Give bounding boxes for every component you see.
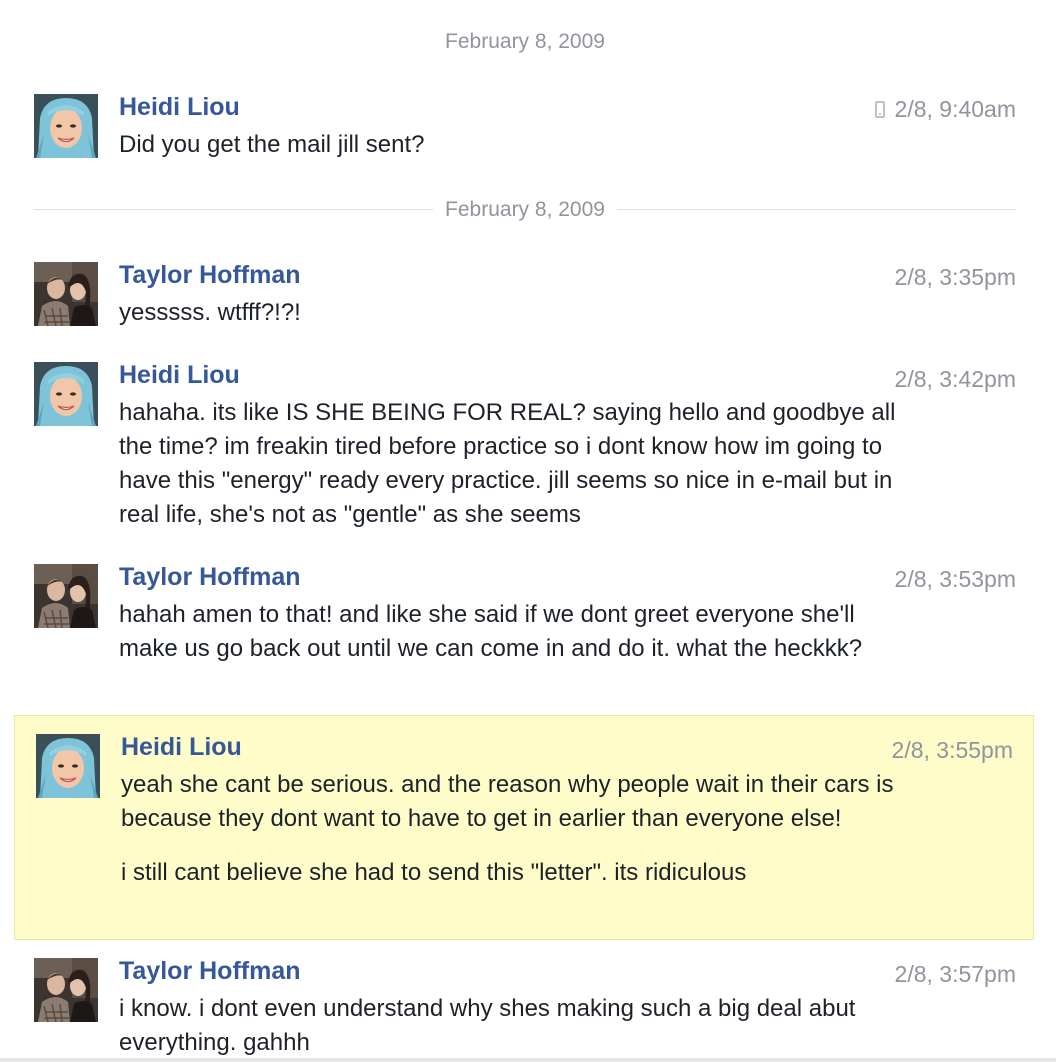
avatar-heidi-liou[interactable] — [34, 362, 98, 426]
avatar-heidi-liou[interactable] — [36, 734, 100, 798]
message-time: 2/8, 3:53pm — [894, 566, 1016, 592]
message-item[interactable]: Taylor Hoffman 2/8, 3:57pm i know. i don… — [0, 956, 1036, 1060]
avatar-taylor-hoffman[interactable] — [34, 564, 98, 628]
sender-name[interactable]: Heidi Liou — [119, 92, 240, 122]
message-timestamp: 2/8, 3:35pm — [895, 262, 1016, 292]
message-paragraph: hahah amen to that! and like she said if… — [119, 601, 863, 662]
message-timestamp: 2/8, 3:42pm — [895, 364, 1016, 394]
message-item[interactable]: Heidi Liou 2/8, 3:42pm hahaha. its like … — [0, 360, 1036, 536]
sender-name[interactable]: Taylor Hoffman — [119, 260, 301, 290]
bottom-edge — [0, 1058, 1056, 1062]
mobile-phone-icon — [874, 100, 885, 118]
message-body: hahah amen to that! and like she said if… — [119, 598, 919, 666]
message-paragraph: Did you get the mail jill sent? — [119, 131, 425, 158]
message-body: yeah she cant be serious. and the reason… — [121, 768, 911, 890]
avatar-heidi-liou[interactable] — [34, 94, 98, 158]
sender-name[interactable]: Taylor Hoffman — [119, 562, 301, 592]
message-body: i know. i dont even understand why shes … — [119, 992, 919, 1060]
message-timestamp: 2/8, 3:55pm — [892, 735, 1013, 765]
sender-name[interactable]: Heidi Liou — [119, 360, 240, 390]
message-body: Did you get the mail jill sent? — [119, 128, 919, 162]
date-header: February 8, 2009 — [445, 30, 605, 53]
message-item[interactable]: Heidi Liou 2/8, 9:40am Did you get the m… — [0, 92, 1036, 172]
message-time: 2/8, 3:57pm — [894, 961, 1016, 987]
message-paragraph: yeah she cant be serious. and the reason… — [121, 771, 894, 832]
avatar-taylor-hoffman[interactable] — [34, 958, 98, 1022]
message-timestamp: 2/8, 9:40am — [874, 94, 1016, 124]
message-body: hahaha. its like IS SHE BEING FOR REAL? … — [119, 396, 915, 532]
message-item[interactable]: Taylor Hoffman 2/8, 3:53pm hahah amen to… — [0, 562, 1036, 706]
message-item[interactable]: Taylor Hoffman 2/8, 3:35pm yesssss. wtff… — [0, 260, 1036, 340]
divider-date: February 8, 2009 — [433, 198, 617, 222]
message-paragraph: yesssss. wtfff?!?! — [119, 299, 301, 326]
message-time: 2/8, 3:35pm — [894, 264, 1016, 290]
message-paragraph: i know. i dont even understand why shes … — [119, 995, 856, 1056]
message-thread: February 8, 2009 Heidi Liou 2/8, 9:40am … — [0, 0, 1056, 1062]
message-time: 2/8, 3:42pm — [894, 366, 1016, 392]
message-timestamp: 2/8, 3:57pm — [895, 959, 1016, 989]
message-time: 2/8, 9:40am — [894, 96, 1016, 122]
date-divider: February 8, 2009 — [34, 198, 1016, 222]
message-timestamp: 2/8, 3:53pm — [895, 564, 1016, 594]
message-body: yesssss. wtfff?!?! — [119, 296, 919, 330]
message-item-highlighted[interactable]: Heidi Liou 2/8, 3:55pm yeah she cant be … — [14, 715, 1034, 940]
message-paragraph: hahaha. its like IS SHE BEING FOR REAL? … — [119, 399, 896, 528]
sender-name[interactable]: Taylor Hoffman — [119, 956, 301, 986]
message-paragraph: i still cant believe she had to send thi… — [121, 859, 747, 886]
avatar-taylor-hoffman[interactable] — [34, 262, 98, 326]
message-time: 2/8, 3:55pm — [891, 737, 1013, 763]
sender-name[interactable]: Heidi Liou — [121, 732, 242, 762]
